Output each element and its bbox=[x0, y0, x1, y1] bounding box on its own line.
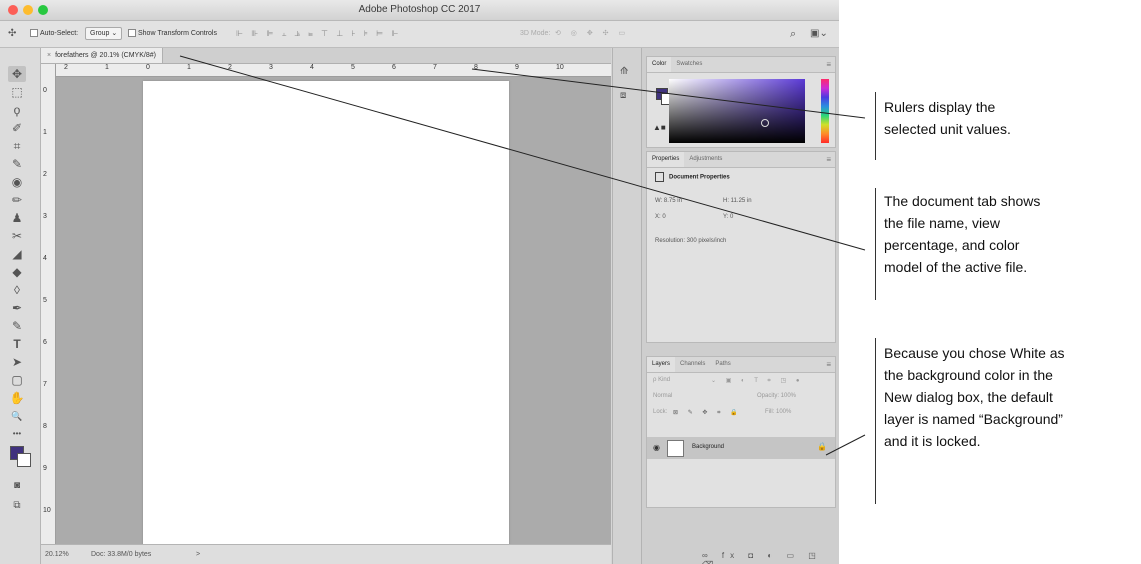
callout-line: The document tab shows bbox=[884, 193, 1041, 209]
callout-leader-lines bbox=[179, 55, 866, 456]
callout-line: the background color in the bbox=[884, 367, 1053, 383]
callout-line: New dialog box, the default bbox=[884, 389, 1053, 405]
leader-line-rulers bbox=[471, 68, 866, 119]
callout-line: model of the active file. bbox=[884, 259, 1028, 275]
callout-bar bbox=[875, 92, 876, 160]
callout-line: and it is locked. bbox=[884, 433, 981, 449]
callout-line: layer is named “Background” bbox=[884, 411, 1063, 427]
callout-bar bbox=[875, 188, 876, 300]
leader-line-doc-tab bbox=[179, 55, 866, 251]
callout-line: selected unit values. bbox=[884, 121, 1011, 137]
callout-bar bbox=[875, 338, 876, 504]
callout-line: Rulers display the bbox=[884, 99, 996, 115]
callout-background: Because you chose White as the backgroun… bbox=[884, 342, 1065, 452]
callout-doc-tab: The document tab shows the file name, vi… bbox=[884, 190, 1040, 278]
callout-line: percentage, and color bbox=[884, 237, 1020, 253]
callout-line: Because you chose White as bbox=[884, 345, 1065, 361]
leader-line-background bbox=[825, 434, 866, 456]
callout-rulers: Rulers display the selected unit values. bbox=[884, 96, 1011, 140]
callout-line: the file name, view bbox=[884, 215, 1000, 231]
